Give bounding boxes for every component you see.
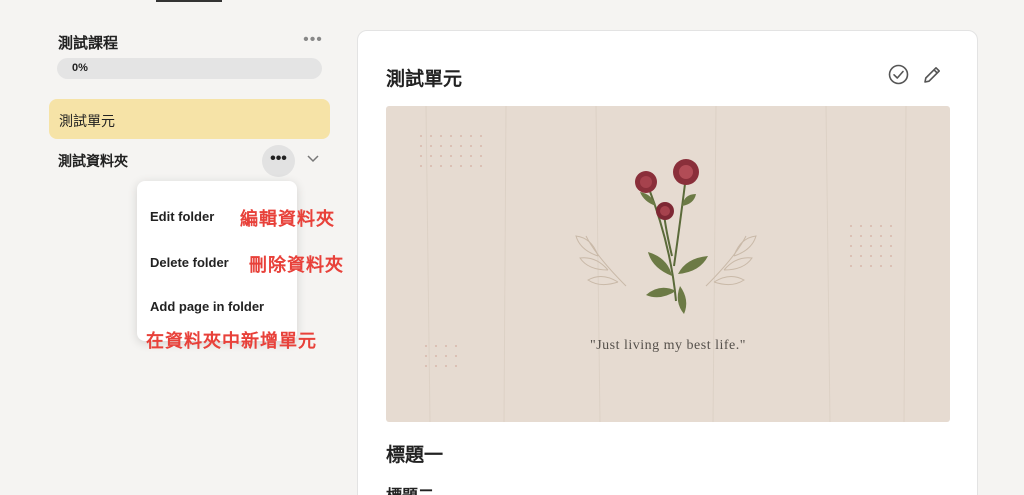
progress-label: 0% xyxy=(72,62,88,74)
heading-two: 標題二 xyxy=(386,482,434,495)
course-title: 測試課程 xyxy=(58,35,119,52)
top-tab-indicator xyxy=(156,0,222,2)
chevron-down-icon[interactable] xyxy=(304,149,322,169)
course-progress-bar: 0% xyxy=(57,58,322,79)
sidebar-item-unit[interactable]: 測試單元 xyxy=(49,99,330,139)
page-title: 測試單元 xyxy=(386,69,463,90)
hero-quote: "Just living my best life." xyxy=(590,338,746,353)
pencil-icon[interactable] xyxy=(922,64,943,85)
annotation-edit-folder: 編輯資料夾 xyxy=(240,209,335,229)
annotation-delete-folder: 刪除資料夾 xyxy=(249,255,344,275)
menu-item-delete-folder[interactable]: Delete folder xyxy=(150,255,229,270)
heading-one: 標題一 xyxy=(386,445,444,466)
menu-item-edit-folder[interactable]: Edit folder xyxy=(150,209,214,224)
floral-illustration xyxy=(420,106,907,422)
check-circle-icon[interactable] xyxy=(888,64,909,85)
hero-image: "Just living my best life." xyxy=(386,106,950,422)
sidebar-item-folder[interactable]: 測試資料夾 xyxy=(58,151,128,171)
course-more-icon[interactable]: ••• xyxy=(300,32,326,52)
folder-more-icon[interactable]: ••• xyxy=(262,145,295,177)
menu-item-add-page[interactable]: Add page in folder xyxy=(150,299,264,314)
annotation-add-page: 在資料夾中新增單元 xyxy=(146,331,317,351)
